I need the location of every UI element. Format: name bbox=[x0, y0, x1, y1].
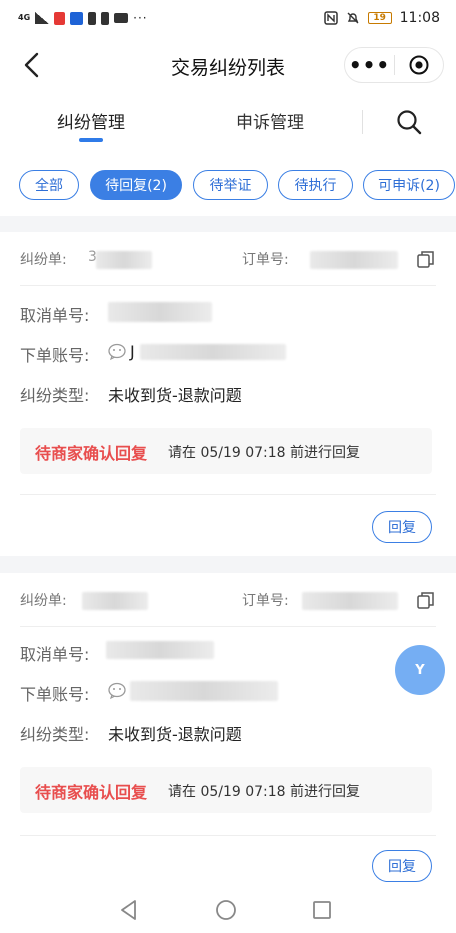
account-value: J bbox=[130, 342, 135, 361]
card-header: 纠纷单: 订单号: bbox=[20, 590, 436, 612]
filter-pending-execution[interactable]: 待执行 bbox=[278, 170, 353, 200]
system-nav-bar bbox=[0, 885, 456, 933]
mini-program-capsule: ••• bbox=[344, 47, 444, 83]
search-icon[interactable] bbox=[394, 107, 424, 137]
reply-deadline-notice: 待商家确认回复 请在 05/19 07:18 前进行回复 bbox=[20, 428, 432, 474]
home-circle-icon[interactable] bbox=[213, 897, 239, 923]
cancel-no-redacted bbox=[108, 302, 212, 322]
tab-dispute-management[interactable]: 纠纷管理 bbox=[57, 108, 125, 133]
account-redacted bbox=[130, 681, 278, 701]
notice-status: 待商家确认回复 bbox=[35, 444, 148, 463]
dispute-no-redacted bbox=[82, 592, 148, 610]
card-divider bbox=[20, 494, 436, 495]
reply-deadline-notice: 待商家确认回复 请在 05/19 07:18 前进行回复 bbox=[20, 767, 432, 813]
tab-appeal-management[interactable]: 申诉管理 bbox=[236, 108, 304, 133]
wechat-icon bbox=[108, 343, 126, 361]
app-notification-icon bbox=[70, 11, 84, 25]
network-label: 4G bbox=[18, 13, 31, 22]
back-triangle-icon[interactable] bbox=[116, 897, 142, 923]
signal-icon bbox=[35, 12, 50, 24]
account-label: 下单账号: bbox=[20, 346, 90, 365]
dispute-no-redacted bbox=[96, 251, 152, 269]
filter-pending-reply[interactable]: 待回复(2) bbox=[90, 170, 182, 200]
status-bar: 4G ··· 19 11:08 bbox=[0, 0, 456, 36]
card-header: 纠纷单: 3 订单号: bbox=[20, 249, 436, 271]
cancel-no-label: 取消单号: bbox=[20, 306, 90, 325]
order-no-redacted bbox=[302, 592, 398, 610]
cancel-no-redacted bbox=[106, 641, 214, 659]
copy-icon[interactable] bbox=[416, 249, 436, 269]
card-divider bbox=[20, 835, 436, 836]
dispute-card: 纠纷单: 订单号: 取消单号: 下单账号: 纠纷类型: 未收到货-退款问题 待商… bbox=[0, 573, 456, 885]
clock: 11:08 bbox=[399, 10, 440, 26]
close-button[interactable] bbox=[395, 48, 443, 82]
filter-appealable[interactable]: 可申诉(2) bbox=[363, 170, 455, 200]
tab-bar: 纠纷管理 申诉管理 bbox=[0, 94, 456, 154]
dispute-type-label: 纠纷类型: bbox=[20, 725, 90, 744]
recents-square-icon[interactable] bbox=[309, 897, 335, 923]
account-redacted bbox=[140, 344, 286, 360]
filter-all[interactable]: 全部 bbox=[19, 170, 79, 200]
dispute-no-label: 纠纷单: bbox=[20, 252, 67, 268]
floating-assistant-avatar[interactable]: Y bbox=[395, 645, 445, 695]
order-no-label: 订单号: bbox=[242, 593, 289, 609]
wechat-icon bbox=[108, 682, 126, 700]
header-divider bbox=[20, 285, 436, 286]
notice-deadline: 请在 05/19 07:18 前进行回复 bbox=[168, 784, 361, 800]
notice-status: 待商家确认回复 bbox=[35, 783, 148, 802]
dispute-type-value: 未收到货-退款问题 bbox=[108, 725, 242, 744]
notice-deadline: 请在 05/19 07:18 前进行回复 bbox=[168, 445, 361, 461]
more-button[interactable]: ••• bbox=[345, 48, 394, 82]
data-icon bbox=[88, 11, 97, 25]
dispute-card: 纠纷单: 3 订单号: 取消单号: 下单账号: J 纠纷类型: 未收到货-退款问… bbox=[0, 232, 456, 556]
more-notifications-icon: ··· bbox=[133, 11, 148, 25]
header-divider bbox=[20, 626, 436, 627]
video-icon bbox=[114, 13, 129, 23]
dispute-no-label: 纠纷单: bbox=[20, 593, 67, 609]
battery-icon: 19 bbox=[367, 12, 392, 24]
cancel-no-label: 取消单号: bbox=[20, 645, 90, 664]
mute-bell-icon bbox=[347, 12, 359, 24]
reply-button[interactable]: 回复 bbox=[372, 511, 432, 543]
order-no-label: 订单号: bbox=[242, 252, 289, 268]
nfc-icon bbox=[323, 11, 338, 25]
order-no-redacted bbox=[310, 251, 398, 269]
nav-header: 交易纠纷列表 ••• bbox=[0, 36, 456, 94]
tab-divider bbox=[362, 110, 363, 134]
copy-icon[interactable] bbox=[416, 590, 436, 610]
status-left: 4G ··· bbox=[18, 11, 148, 25]
account-label: 下单账号: bbox=[20, 685, 90, 704]
target-close-icon bbox=[409, 55, 429, 75]
page: 4G ··· 19 11:08 交易纠纷列表 ••• 纠纷管理 申诉管理 全部 … bbox=[0, 0, 456, 933]
active-tab-indicator bbox=[79, 138, 103, 142]
reply-button[interactable]: 回复 bbox=[372, 850, 432, 882]
mic-app-icon bbox=[54, 11, 66, 25]
filter-pending-evidence[interactable]: 待举证 bbox=[193, 170, 268, 200]
dispute-type-label: 纠纷类型: bbox=[20, 386, 90, 405]
status-right: 19 11:08 bbox=[323, 10, 440, 26]
dispute-type-value: 未收到货-退款问题 bbox=[108, 386, 242, 405]
sim-icon bbox=[101, 11, 110, 25]
filter-chips: 全部 待回复(2) 待举证 待执行 可申诉(2) bbox=[0, 154, 456, 216]
